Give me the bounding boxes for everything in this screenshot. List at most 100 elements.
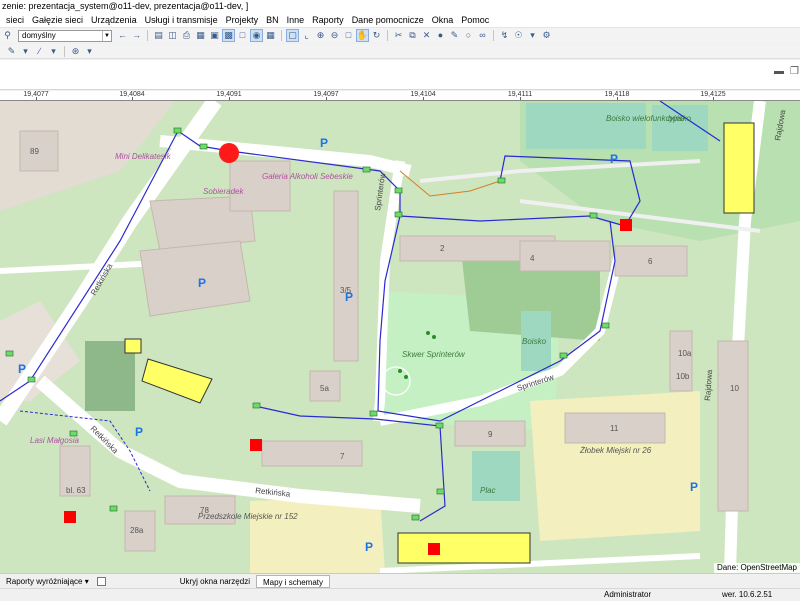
svg-text:P: P xyxy=(18,362,26,376)
menu-item-urzadzenia[interactable]: Urządzenia xyxy=(87,12,141,28)
grid-icon[interactable]: ▦ xyxy=(265,30,276,41)
layers-icon[interactable]: ◫ xyxy=(167,30,178,41)
house-number: 10a xyxy=(678,349,692,358)
building xyxy=(19,130,59,172)
zoom-in-icon[interactable]: ⊕ xyxy=(315,30,326,41)
chevron-down-icon[interactable]: ▼ xyxy=(102,30,111,41)
folder-icon[interactable]: ▤ xyxy=(153,30,164,41)
map-canvas[interactable]: PPP PPP PP Retkińska Retkińska Retkińska… xyxy=(0,101,800,573)
building xyxy=(261,440,363,467)
menu-item-sieci[interactable]: sieci xyxy=(2,12,28,28)
chevron-down-icon[interactable]: ▾ xyxy=(84,46,95,57)
highlight-object xyxy=(723,122,755,214)
print-icon[interactable]: ⎙ xyxy=(181,30,192,41)
red-square-marker xyxy=(250,439,262,451)
overview-icon[interactable]: □ xyxy=(237,30,248,41)
edit-icon[interactable]: ✎ xyxy=(449,30,460,41)
delete-icon[interactable]: ✕ xyxy=(421,30,432,41)
menu-item-bn[interactable]: BN xyxy=(262,12,283,28)
chevron-down-icon[interactable]: ▾ xyxy=(20,46,31,57)
svg-text:P: P xyxy=(198,276,206,290)
reports-label: Raporty wyróżniające xyxy=(6,576,83,586)
house-number: bl. 63 xyxy=(66,486,86,495)
settings-icon[interactable]: ⚙ xyxy=(541,30,552,41)
house-number: 4 xyxy=(530,254,535,263)
place-label: Żłobek Miejski nr 26 xyxy=(579,446,652,455)
layer-combo-value: domyślny xyxy=(22,30,56,40)
pan-icon[interactable]: ✋ xyxy=(356,29,369,42)
building xyxy=(717,340,749,512)
status-user: Administrator xyxy=(604,590,652,599)
restore-icon[interactable]: ❐ xyxy=(790,66,799,77)
chevron-down-icon[interactable]: ▾ xyxy=(48,46,59,57)
hide-tools-button[interactable]: Ukryj okna narzędzi xyxy=(174,575,256,588)
line-tool-icon[interactable]: ∕ xyxy=(34,46,45,57)
menu-item-raporty[interactable]: Raporty xyxy=(308,12,348,28)
house-number: 10b xyxy=(676,372,690,381)
svg-text:P: P xyxy=(690,480,698,494)
tab-maps-schemes[interactable]: Mapy i schematy xyxy=(255,574,331,588)
bottom-panel: Raporty wyróżniające ▾ Ukryj okna narzęd… xyxy=(0,573,800,588)
coordinate-ruler: 19,4077 19,4084 19,4091 19,4097 19,4104 … xyxy=(0,91,800,101)
place-label: Skwer Sprinterów xyxy=(402,350,466,359)
reports-dropdown[interactable]: Raporty wyróżniające ▾ xyxy=(0,575,95,588)
cut-icon[interactable]: ✂ xyxy=(393,30,404,41)
snap-icon[interactable]: ⊛ xyxy=(70,46,81,57)
house-number: 9 xyxy=(488,430,493,439)
map-window-header: ▬ ❐ xyxy=(0,60,800,90)
secondary-toolbar: ✎ ▾ ∕ ▾ ⊛ ▾ xyxy=(0,44,800,59)
map-drawing: PPP PPP PP Retkińska Retkińska Retkińska… xyxy=(0,101,800,573)
menu-item-galezie[interactable]: Gałęzie sieci xyxy=(28,12,87,28)
arrow-right-icon[interactable]: → xyxy=(131,30,142,41)
red-square-marker xyxy=(64,511,76,523)
place-label: Mini Delikatesik xyxy=(115,152,172,161)
menu-item-inne[interactable]: Inne xyxy=(283,12,309,28)
table-icon[interactable]: ▦ xyxy=(195,30,206,41)
layer-combo[interactable]: domyślny ▼ xyxy=(18,29,112,42)
red-square-marker xyxy=(428,543,440,555)
globe-icon[interactable]: ☉ xyxy=(513,30,524,41)
zoom-window-icon[interactable]: □ xyxy=(343,30,354,41)
menu-item-okna[interactable]: Okna xyxy=(428,12,458,28)
svg-text:P: P xyxy=(610,152,618,166)
select-tool-icon[interactable]: ▢ xyxy=(286,29,299,42)
svg-text:P: P xyxy=(320,136,328,150)
image-icon[interactable]: ▣ xyxy=(209,30,220,41)
chevron-down-icon[interactable]: ▾ xyxy=(527,30,538,41)
svg-text:P: P xyxy=(135,425,143,439)
house-number: 89 xyxy=(30,147,39,156)
stop-icon[interactable]: ● xyxy=(435,30,446,41)
measure-icon[interactable]: ⌞ xyxy=(301,30,312,41)
menu-item-projekty[interactable]: Projekty xyxy=(222,12,263,28)
node-icon[interactable]: ○ xyxy=(463,30,474,41)
search-icon[interactable]: ⚲ xyxy=(2,30,13,41)
toolbar-separator xyxy=(64,45,65,57)
status-version: wer. 10.6.2.51 xyxy=(722,590,773,599)
chevron-down-icon: ▾ xyxy=(84,576,89,586)
red-square-marker xyxy=(620,219,632,231)
house-number: 11 xyxy=(610,424,619,433)
reports-checkbox[interactable] xyxy=(96,576,106,586)
place-label: Galeria Alkoholi Sebeskie xyxy=(262,172,353,181)
red-circle-marker xyxy=(219,143,239,163)
pencil-icon[interactable]: ✎ xyxy=(6,46,17,57)
map-attribution: Dane: OpenStreetMap xyxy=(713,563,800,573)
refresh-icon[interactable]: ↻ xyxy=(371,30,382,41)
menu-item-pomoc[interactable]: Pomoc xyxy=(457,12,493,28)
house-number: 10 xyxy=(730,384,739,393)
main-toolbar: ⚲ domyślny ▼ ← → ▤ ◫ ⎙ ▦ ▣ ▩ □ ◉ ▦ ▢ ⌞ ⊕… xyxy=(0,28,800,43)
minimize-icon[interactable]: ▬ xyxy=(774,66,784,77)
building xyxy=(333,190,359,362)
route-icon[interactable]: ↯ xyxy=(499,30,510,41)
place-label: boisko xyxy=(668,114,692,123)
menu-item-dane-pomocnicze[interactable]: Dane pomocnicze xyxy=(348,12,428,28)
copy-icon[interactable]: ⧉ xyxy=(407,30,418,41)
zoom-out-icon[interactable]: ⊖ xyxy=(329,30,340,41)
menu-item-uslugi[interactable]: Usługi i transmisje xyxy=(141,12,222,28)
house-number: 2 xyxy=(440,244,445,253)
svg-text:P: P xyxy=(365,540,373,554)
arrow-left-icon[interactable]: ← xyxy=(117,30,128,41)
map-view-icon[interactable]: ▩ xyxy=(222,29,235,42)
gps-icon[interactable]: ◉ xyxy=(250,29,263,42)
link-icon[interactable]: ∞ xyxy=(477,30,488,41)
